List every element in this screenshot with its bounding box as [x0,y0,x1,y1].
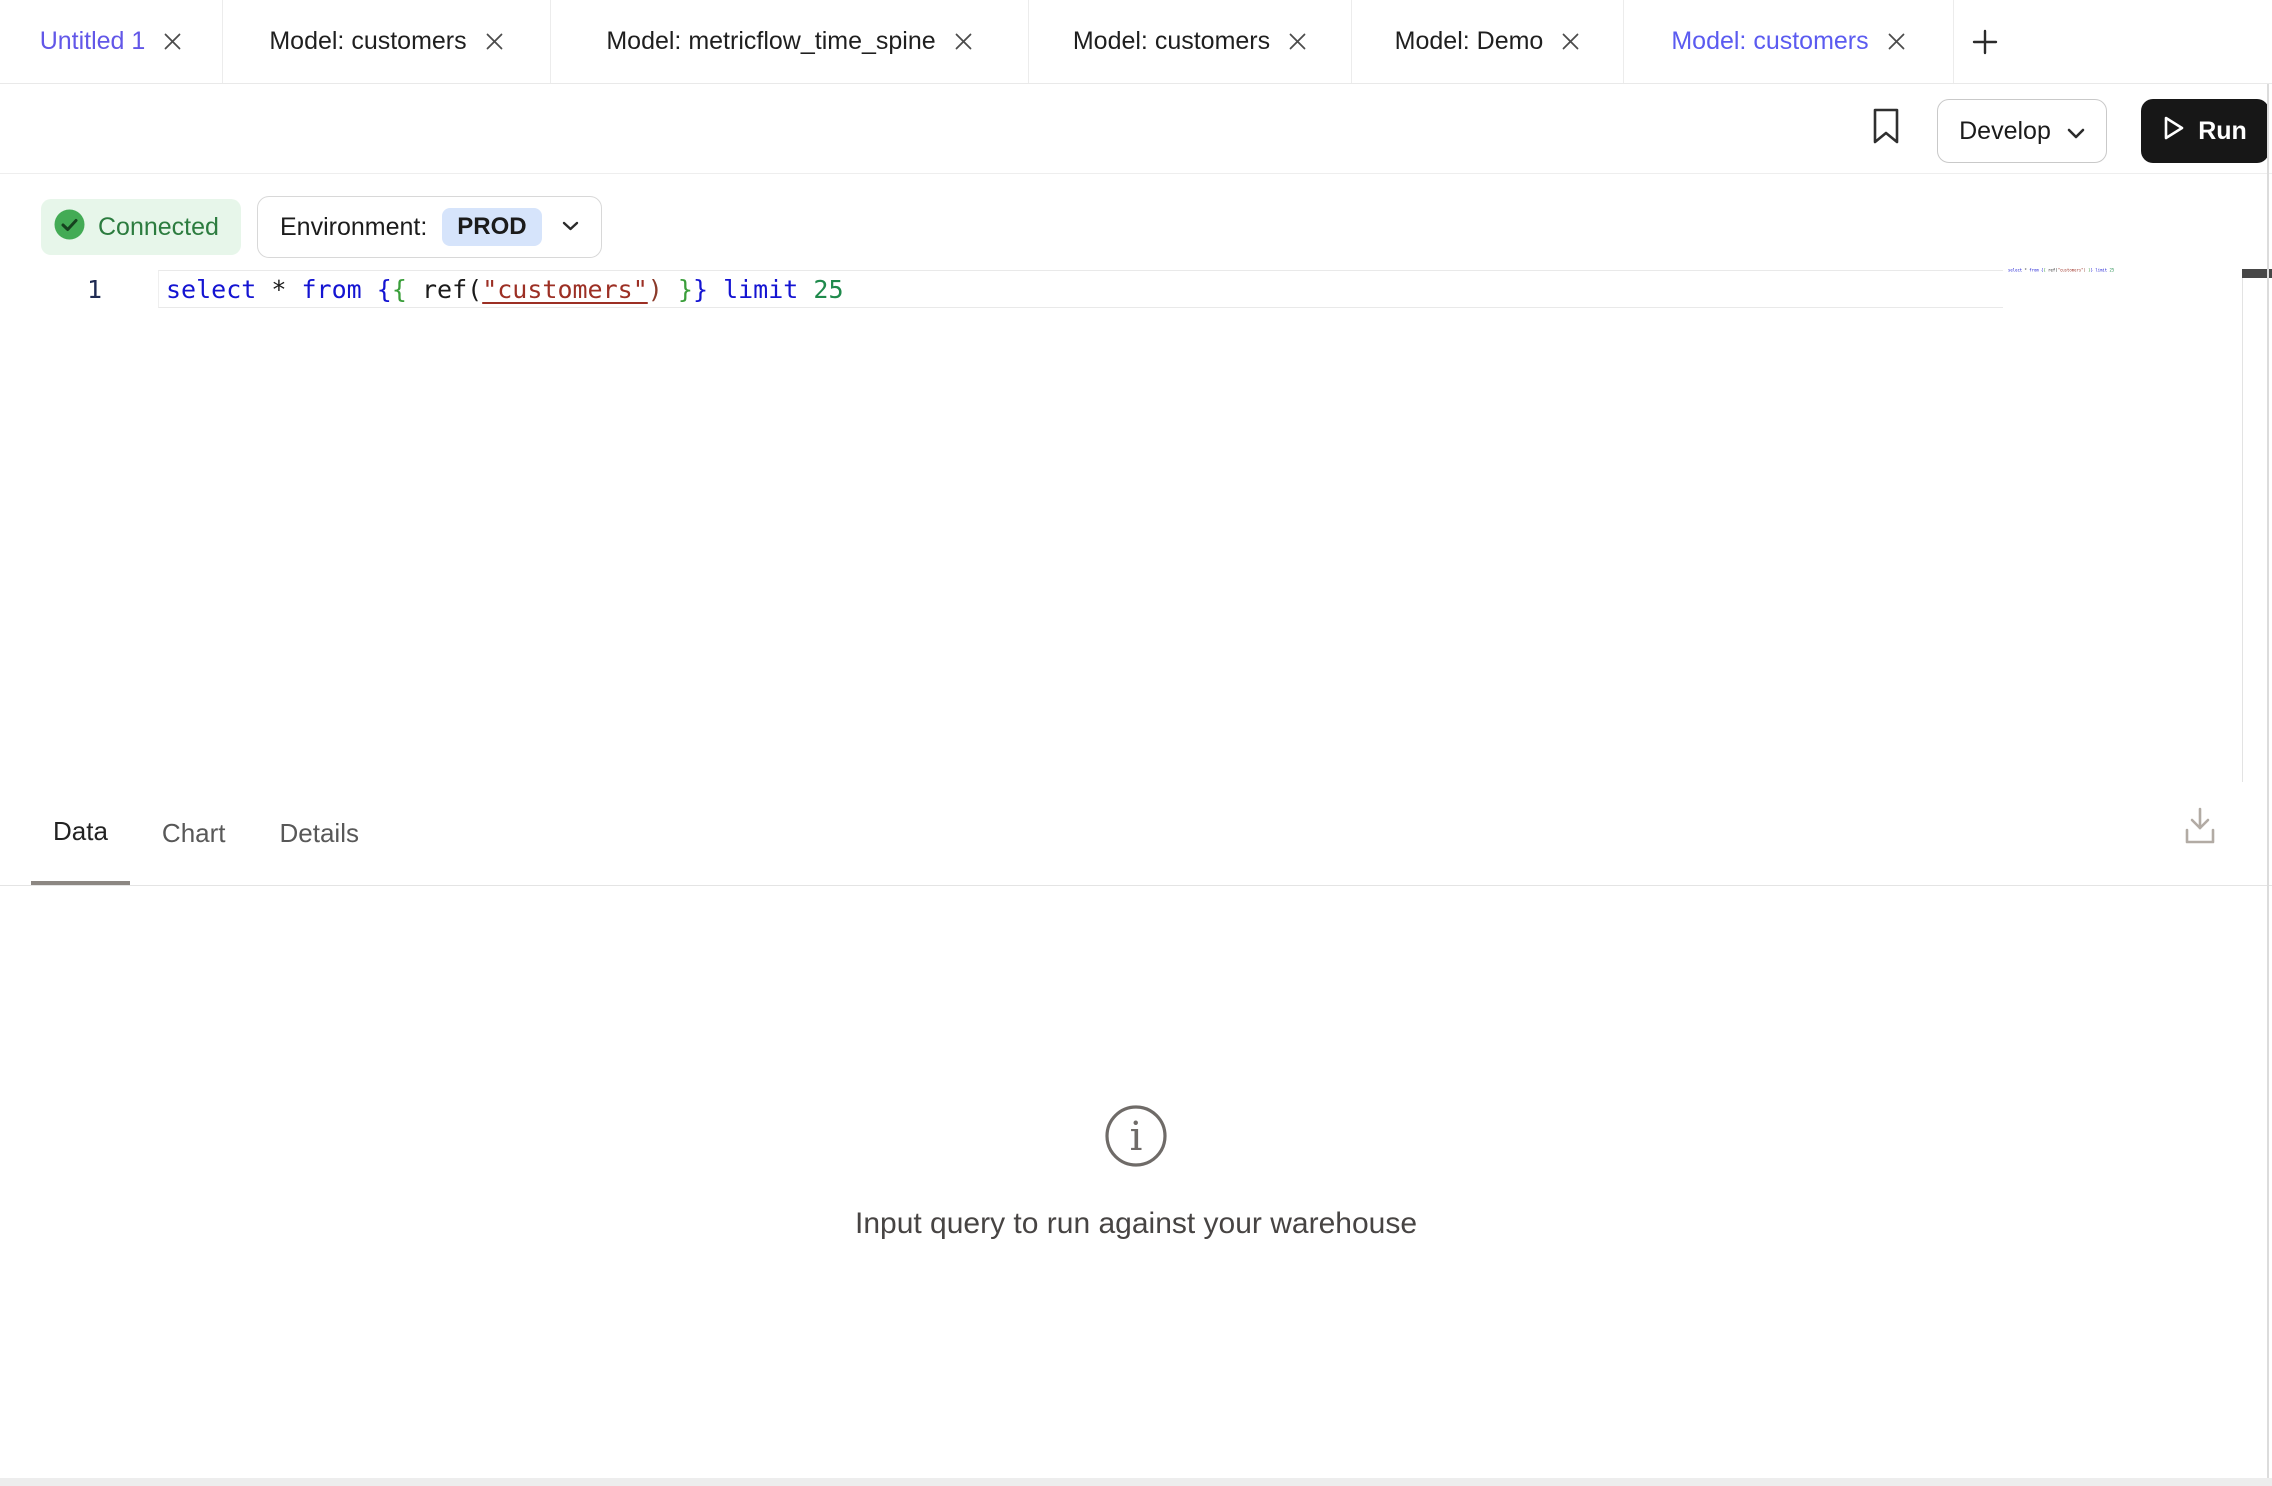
line-number: 1 [0,272,132,308]
code-token-keyword: from [2029,268,2038,272]
tab-label: Model: customers [1073,27,1270,56]
code-token-string: "customers" [482,275,648,304]
code-token-brace_outer: { [377,275,392,304]
code-token-keyword: limit [2095,268,2107,272]
close-icon[interactable] [163,32,182,51]
code-token-plain [286,275,301,304]
code-token-plain: * [271,275,286,304]
code-line[interactable]: select * from {{ ref("customers") }} lim… [166,272,844,308]
code-token-keyword: select [166,275,256,304]
editor-tab-2[interactable]: Model: customers [223,0,551,83]
query-editor-window: Untitled 1 Model: customers Model: metricf… [0,0,2272,1486]
close-icon[interactable] [954,32,973,51]
tab-label: Untitled 1 [40,27,146,56]
code-token-plain [256,275,271,304]
code-token-plain: ref [422,275,467,304]
tab-label: Model: customers [269,27,466,56]
develop-button[interactable]: Develop [1937,99,2107,163]
chevron-down-icon [562,218,579,236]
environment-selector[interactable]: Environment: PROD [257,196,602,258]
editor-tab-bar: Untitled 1 Model: customers Model: metricf… [0,0,2272,84]
editor-tab-1[interactable]: Untitled 1 [0,0,223,83]
code-token-plain: ref [2048,268,2055,272]
svg-text:i: i [1130,1114,1143,1160]
code-token-brace_outer: } [693,275,708,304]
results-tab-details[interactable]: Details [258,782,381,885]
develop-button-label: Develop [1959,117,2051,146]
check-circle-icon [54,209,85,245]
environment-label: Environment: [280,213,427,242]
editor-tab-6[interactable]: Model: customers [1624,0,1954,83]
editor-tab-3[interactable]: Model: metricflow_time_spine [551,0,1029,83]
connection-status-badge: Connected [41,199,241,255]
toolbar: Develop Run [0,85,2272,174]
results-tab-data[interactable]: Data [31,782,130,885]
status-row: Connected Environment: PROD [0,174,2272,264]
environment-value-badge: PROD [442,208,541,246]
bookmark-button[interactable] [1864,98,1908,158]
results-empty-state [0,886,2272,1478]
close-icon[interactable] [1887,32,1906,51]
code-token-keyword: limit [723,275,798,304]
new-tab-button[interactable] [1954,0,2016,83]
code-token-plain [663,275,678,304]
code-token-keyword: from [302,275,362,304]
editor-scrollbar-track [2242,270,2243,782]
code-token-plain [362,275,377,304]
connection-status-label: Connected [98,213,219,242]
code-token-paren_close: ) [648,275,663,304]
run-button-label: Run [2198,117,2247,146]
code-token-plain [708,275,723,304]
run-button[interactable]: Run [2141,99,2269,163]
chevron-down-icon [2067,117,2085,146]
info-circle-icon: i [1104,1104,1168,1173]
results-tab-chart[interactable]: Chart [140,782,248,885]
editor-tab-5[interactable]: Model: Demo [1352,0,1624,83]
bookmark-icon [1871,107,1901,150]
results-tab-bar: DataChartDetails [0,782,2272,886]
tab-label: Model: metricflow_time_spine [606,27,935,56]
code-token-keyword: select [2008,268,2022,272]
empty-state-message: Input query to run against your warehous… [0,1207,2272,1241]
close-icon[interactable] [1288,32,1307,51]
code-token-string: "customers" [2058,268,2084,272]
window-bottom-bar [0,1478,2272,1486]
code-token-brace_inner: { [392,275,407,304]
editor-minimap[interactable]: select * from {{ ref("customers") }} lim… [2008,268,2238,288]
code-token-number: 25 [813,275,843,304]
code-token-brace_inner: } [678,275,693,304]
download-icon [2183,806,2217,851]
editor-tab-4[interactable]: Model: customers [1029,0,1352,83]
tab-label: Model: Demo [1395,27,1544,56]
code-token-plain: ( [467,275,482,304]
code-token-plain [798,275,813,304]
window-right-edge [2267,84,2269,1486]
play-icon [2163,115,2185,148]
sql-code-editor[interactable]: 1 select * from {{ ref("customers") }} l… [0,264,2272,782]
close-icon[interactable] [485,32,504,51]
tab-label: Model: customers [1671,27,1868,56]
download-results-button[interactable] [2180,806,2220,850]
code-token-number: 25 [2110,268,2115,272]
close-icon[interactable] [1561,32,1580,51]
code-token-plain [407,275,422,304]
